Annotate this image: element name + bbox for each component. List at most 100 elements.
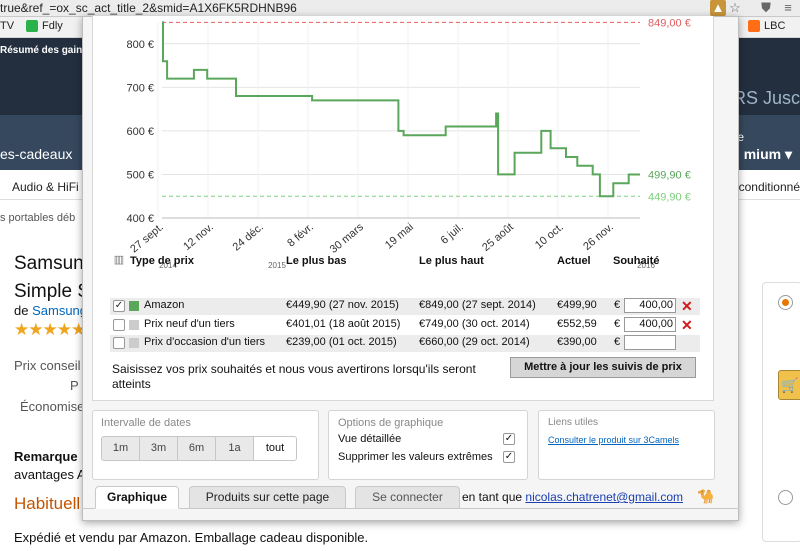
tab-products[interactable]: Produits sur cette page bbox=[189, 486, 346, 509]
row-checkbox[interactable] bbox=[113, 337, 125, 349]
alert-note: Saisissez vos prix souhaités et nous vou… bbox=[112, 362, 476, 391]
price-history-chart: 800 € 700 € 600 € 500 € 400 €27 sept. 12 nov.… bbox=[126, 17, 691, 270]
delete-icon[interactable]: ✕ bbox=[681, 318, 693, 332]
reference-label: 449,90 € bbox=[648, 191, 691, 203]
range-option-3m[interactable]: 3m bbox=[140, 437, 178, 460]
buy-option-radio[interactable] bbox=[778, 490, 793, 505]
wish-price-input[interactable] bbox=[624, 335, 676, 350]
remark-label: Remarque bbox=[14, 449, 78, 464]
header-low: Le plus bas bbox=[286, 255, 347, 267]
x-tick-label: 27 sept. bbox=[128, 221, 166, 255]
x-tick-label: 25 août bbox=[480, 221, 516, 254]
header-type: Type de prix bbox=[130, 255, 194, 267]
range-option-tout[interactable]: tout bbox=[254, 437, 296, 460]
x-tick-label: 30 mars bbox=[328, 221, 367, 256]
tab-login[interactable]: Se connecter bbox=[355, 486, 460, 509]
brand-link[interactable]: Samsung bbox=[32, 303, 87, 318]
address-bar[interactable]: true&ref_=ox_sc_act_title_2&smid=A1X6FK5… bbox=[0, 0, 800, 17]
price-label: P bbox=[70, 378, 79, 393]
option-detailed-checkbox[interactable]: ✓ bbox=[503, 433, 515, 445]
header-high: Le plus haut bbox=[419, 255, 484, 267]
header-wish: Souhaité bbox=[613, 255, 660, 267]
row-high: €849,00 (27 sept. 2014) bbox=[419, 299, 536, 311]
row-high: €749,00 (30 oct. 2014) bbox=[419, 318, 530, 330]
buy-option-radio-selected[interactable] bbox=[778, 295, 793, 310]
star-icon[interactable]: ☆ bbox=[727, 0, 743, 16]
y-tick-label: 500 € bbox=[126, 169, 154, 181]
row-low: €239,00 (01 oct. 2015) bbox=[286, 336, 397, 348]
savings-label: Économise bbox=[20, 399, 85, 414]
date-range-title: Intervalle de dates bbox=[101, 417, 191, 429]
camel-logo-icon: 🐪 bbox=[697, 488, 715, 504]
option-detailed-label: Vue détaillée bbox=[338, 433, 402, 445]
shield-icon[interactable]: ⛊ bbox=[758, 0, 774, 16]
product-brand: de Samsung bbox=[14, 303, 88, 318]
nav-gift-link[interactable]: es-cadeaux bbox=[0, 146, 72, 162]
y-tick-label: 400 € bbox=[126, 213, 154, 225]
login-status: en tant que nicolas.chatrenet@gmail.com bbox=[462, 490, 683, 504]
update-tracking-button[interactable]: Mettre à jour les suivis de prix bbox=[510, 357, 696, 378]
wish-price-input[interactable]: 400,00 bbox=[624, 317, 676, 332]
y-tick-label: 600 € bbox=[126, 126, 154, 138]
x-tick-label: 10 oct. bbox=[533, 221, 566, 251]
category-right[interactable]: conditionné bbox=[739, 180, 800, 194]
row-current: €390,00 bbox=[557, 336, 597, 348]
x-tick-label: 12 nov. bbox=[181, 221, 216, 253]
chart-toggle-icon: ▥ bbox=[113, 254, 125, 267]
lbc-icon bbox=[748, 20, 760, 32]
range-option-1a[interactable]: 1a bbox=[216, 437, 254, 460]
summary-link[interactable]: Résumé des gains bbox=[0, 45, 88, 56]
option-outliers-checkbox[interactable]: ✓ bbox=[503, 451, 515, 463]
row-current: €499,90 bbox=[557, 299, 597, 311]
row-low: €449,90 (27 nov. 2015) bbox=[286, 299, 399, 311]
benefits-text: avantages A bbox=[14, 467, 86, 482]
range-option-1m[interactable]: 1m bbox=[102, 437, 140, 460]
series-swatch bbox=[129, 301, 139, 311]
3camels-link[interactable]: Consulter le produit sur 3Camels bbox=[548, 435, 679, 445]
row-checkbox[interactable] bbox=[113, 319, 125, 331]
bookmark-tv[interactable]: TV bbox=[0, 20, 14, 32]
x-tick-label: 19 mai bbox=[383, 221, 416, 251]
row-type: Prix d'occasion d'un tiers bbox=[144, 336, 265, 348]
date-range-selector: 1m 3m 6m 1a tout bbox=[101, 436, 297, 461]
series-swatch bbox=[129, 338, 139, 348]
url-text[interactable]: true&ref_=ox_sc_act_title_2&smid=A1X6FK5… bbox=[0, 1, 297, 15]
x-tick-label: 8 févr. bbox=[285, 221, 316, 249]
list-price-label: Prix conseil bbox=[14, 358, 81, 373]
wish-price-input[interactable]: 400,00 bbox=[624, 298, 676, 313]
breadcrumb[interactable]: s portables déb bbox=[0, 212, 75, 224]
cart-icon[interactable]: 🛒 bbox=[778, 370, 800, 400]
shipping-text: Expédié et vendu par Amazon. Emballage c… bbox=[14, 530, 369, 545]
row-type: Amazon bbox=[144, 299, 185, 311]
wish-currency: € bbox=[614, 318, 621, 330]
x-tick-label: 26 nov. bbox=[581, 221, 616, 253]
reference-label: 849,00 € bbox=[648, 17, 691, 29]
camel-extension-icon[interactable]: ▲ bbox=[710, 0, 726, 16]
delete-icon[interactable]: ✕ bbox=[681, 299, 693, 313]
graph-options-title: Options de graphique bbox=[338, 417, 444, 429]
series-line-amazon bbox=[162, 21, 640, 198]
menu-icon[interactable]: ≡ bbox=[780, 0, 796, 16]
row-high: €660,00 (29 oct. 2014) bbox=[419, 336, 530, 348]
bookmark-lbc[interactable]: LBC bbox=[748, 20, 785, 32]
range-option-6m[interactable]: 6m bbox=[178, 437, 216, 460]
category-audio-hifi[interactable]: Audio & HiFi bbox=[12, 180, 79, 194]
y-tick-label: 700 € bbox=[126, 82, 154, 94]
usually-heading: Habituell bbox=[14, 494, 81, 513]
table-row bbox=[110, 298, 700, 315]
feedly-icon bbox=[26, 20, 38, 32]
row-low: €401,01 (18 août 2015) bbox=[286, 318, 401, 330]
rating-stars[interactable]: ★★★★★ bbox=[14, 320, 86, 340]
option-outliers-label: Supprimer les valeurs extrêmes bbox=[338, 451, 493, 463]
year-label: 2015 bbox=[268, 261, 286, 270]
nav-premium-menu[interactable]: mium ▾ bbox=[744, 146, 792, 163]
row-checkbox[interactable]: ✓ bbox=[113, 300, 125, 312]
user-email-link[interactable]: nicolas.chatrenet@gmail.com bbox=[525, 490, 683, 504]
bookmark-fdly[interactable]: Fdly bbox=[26, 20, 63, 32]
row-type: Prix neuf d'un tiers bbox=[144, 318, 235, 330]
wish-currency: € bbox=[614, 299, 621, 311]
current-price-label: 499,90 € bbox=[648, 169, 691, 181]
row-current: €552,59 bbox=[557, 318, 597, 330]
tab-graphique[interactable]: Graphique bbox=[95, 486, 179, 509]
header-current: Actuel bbox=[557, 255, 591, 267]
